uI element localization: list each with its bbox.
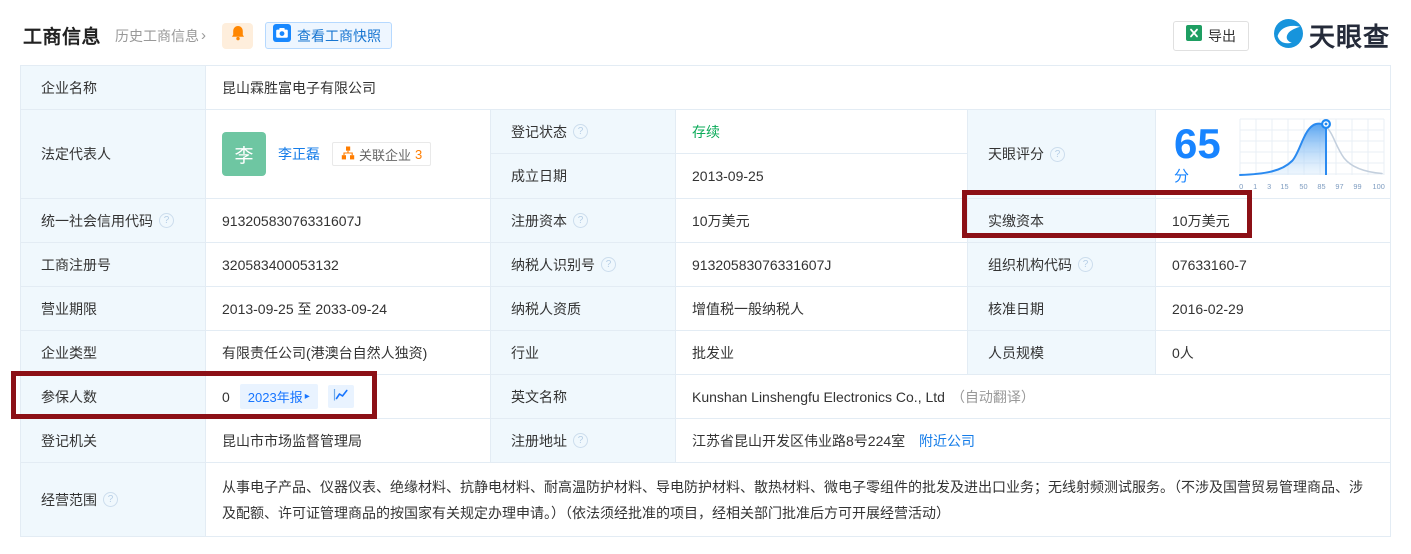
nearby-companies-link[interactable]: 附近公司: [919, 433, 975, 449]
insured-number: 0: [222, 389, 230, 405]
label-reg-number: 工商注册号: [21, 243, 206, 287]
value-tianyan-score: 65分: [1156, 110, 1391, 199]
chevron-right-icon: ›: [201, 27, 206, 44]
value-english-name: Kunshan Linshengfu Electronics Co., Ltd（…: [676, 375, 1391, 419]
tianyancha-logo[interactable]: 天眼查: [1273, 17, 1390, 54]
label-uscc: 统一社会信用代码?: [21, 199, 206, 243]
value-approval-date: 2016-02-29: [1156, 287, 1391, 331]
help-icon[interactable]: ?: [573, 213, 588, 228]
label-reg-status: 登记状态?: [491, 110, 676, 154]
value-org-code: 07633160-7: [1156, 243, 1391, 287]
value-reg-capital: 10万美元: [676, 199, 968, 243]
value-reg-number: 320583400053132: [206, 243, 491, 287]
auto-translate-note: （自动翻译）: [951, 389, 1035, 405]
help-icon[interactable]: ?: [1078, 257, 1093, 272]
business-info-table: 企业名称 昆山霖胜富电子有限公司 法定代表人 李 李正磊 关联企业 3: [20, 65, 1391, 537]
brand-name: 天眼查: [1309, 17, 1390, 54]
help-icon[interactable]: ?: [601, 257, 616, 272]
related-companies-count: 3: [415, 147, 422, 162]
header: 工商信息 历史工商信息 › 查看工商快照 导出 天眼查: [0, 0, 1411, 65]
triangle-right-icon: ▸: [305, 391, 310, 402]
trend-chart-button[interactable]: [328, 385, 354, 408]
label-reg-address: 注册地址?: [491, 419, 676, 463]
help-icon[interactable]: ?: [1050, 147, 1065, 162]
label-taxpayer-id: 纳税人识别号?: [491, 243, 676, 287]
label-business-term: 营业期限: [21, 287, 206, 331]
label-paid-capital: 实缴资本: [968, 199, 1156, 243]
business-info-page: 工商信息 历史工商信息 › 查看工商快照 导出 天眼查: [0, 0, 1411, 554]
camera-icon: [273, 24, 291, 47]
annual-report-badge[interactable]: 2023年报 ▸: [240, 384, 318, 409]
value-reg-status: 存续: [676, 110, 968, 154]
tianyancha-eye-icon: [1273, 18, 1304, 54]
value-business-scope: 从事电子产品、仪器仪表、绝缘材料、抗静电材料、耐高温防护材料、导电防护材料、散热…: [206, 463, 1391, 537]
label-business-scope: 经营范围?: [21, 463, 206, 537]
view-snapshot-button[interactable]: 查看工商快照: [265, 22, 392, 49]
score-chart-axis: 0131550859799100: [1238, 182, 1386, 191]
label-english-name: 英文名称: [491, 375, 676, 419]
label-reg-authority: 登记机关: [21, 419, 206, 463]
score-number: 65分: [1174, 123, 1226, 186]
value-reg-authority: 昆山市市场监督管理局: [206, 419, 491, 463]
org-chart-icon: [341, 146, 355, 163]
bell-icon: [231, 25, 245, 46]
history-info-link[interactable]: 历史工商信息 ›: [115, 26, 206, 46]
legal-rep-avatar[interactable]: 李: [222, 132, 266, 176]
label-company-type: 企业类型: [21, 331, 206, 375]
help-icon[interactable]: ?: [159, 213, 174, 228]
value-business-term: 2013-09-25 至 2033-09-24: [206, 287, 491, 331]
value-company-type: 有限责任公司(港澳台自然人独资): [206, 331, 491, 375]
help-icon[interactable]: ?: [573, 124, 588, 139]
label-staff-size: 人员规模: [968, 331, 1156, 375]
value-industry: 批发业: [676, 331, 968, 375]
value-staff-size: 0人: [1156, 331, 1391, 375]
score-distribution-chart: 0131550859799100: [1238, 117, 1386, 191]
label-tianyan-score: 天眼评分?: [968, 110, 1156, 199]
notification-bell-button[interactable]: [222, 23, 253, 49]
legal-rep-name-link[interactable]: 李正磊: [278, 144, 320, 164]
page-title: 工商信息: [23, 22, 101, 49]
label-company-name: 企业名称: [21, 66, 206, 110]
export-button[interactable]: 导出: [1173, 21, 1249, 51]
label-reg-capital: 注册资本?: [491, 199, 676, 243]
value-taxpayer-id: 91320583076331607J: [676, 243, 968, 287]
label-approval-date: 核准日期: [968, 287, 1156, 331]
value-insured-count: 0 2023年报 ▸: [206, 375, 491, 419]
value-legal-rep: 李 李正磊 关联企业 3: [206, 110, 491, 199]
label-insured-count: 参保人数: [21, 375, 206, 419]
line-chart-icon: [333, 388, 349, 405]
value-uscc: 91320583076331607J: [206, 199, 491, 243]
help-icon[interactable]: ?: [573, 433, 588, 448]
value-reg-address: 江苏省昆山开发区伟业路8号224室 附近公司: [676, 419, 1391, 463]
value-paid-capital: 10万美元: [1156, 199, 1391, 243]
value-taxpayer-quality: 增值税一般纳税人: [676, 287, 968, 331]
excel-icon: [1186, 25, 1202, 46]
label-org-code: 组织机构代码?: [968, 243, 1156, 287]
label-establish-date: 成立日期: [491, 154, 676, 199]
related-companies-badge[interactable]: 关联企业 3: [332, 142, 431, 166]
label-industry: 行业: [491, 331, 676, 375]
help-icon[interactable]: ?: [103, 492, 118, 507]
value-establish-date: 2013-09-25: [676, 154, 968, 199]
value-company-name: 昆山霖胜富电子有限公司: [206, 66, 1391, 110]
label-taxpayer-quality: 纳税人资质: [491, 287, 676, 331]
label-legal-rep: 法定代表人: [21, 110, 206, 199]
